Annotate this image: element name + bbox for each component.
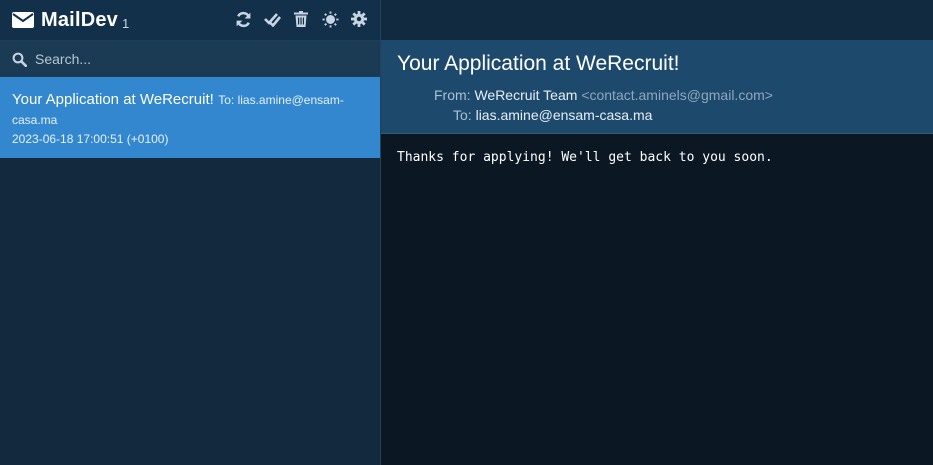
toolbar <box>234 10 368 28</box>
email-view: Your Application at WeRecruit! From: WeR… <box>381 0 933 465</box>
sidebar: MailDev 1 Search... Your Application at … <box>0 0 381 465</box>
email-subject: Your Application at WeRecruit! <box>12 91 214 108</box>
from-row: From: WeRecruit Team <contact.aminels@gm… <box>397 85 917 105</box>
email-view-subject: Your Application at WeRecruit! <box>397 52 680 75</box>
from-address: <contact.aminels@gmail.com> <box>581 87 773 103</box>
email-header: Your Application at WeRecruit! From: WeR… <box>381 40 933 134</box>
from-name: WeRecruit Team <box>474 87 578 103</box>
from-label: From: <box>434 87 471 103</box>
to-address: lias.amine@ensam-casa.ma <box>475 107 653 123</box>
email-date: 2023-06-18 17:00:51 (+0100) <box>12 132 169 146</box>
to-label: To: <box>453 107 472 123</box>
maildev-app: MailDev 1 Search... Your Application at … <box>0 0 933 465</box>
to-row: To: lias.amine@ensam-casa.ma <box>397 105 917 125</box>
envelope-icon <box>12 12 34 28</box>
app-title: MailDev <box>41 8 118 31</box>
email-count: 1 <box>122 15 130 31</box>
delete-all-icon[interactable] <box>292 10 310 28</box>
refresh-icon[interactable] <box>234 10 252 28</box>
email-list-item[interactable]: Your Application at WeRecruit! To: lias.… <box>0 77 380 158</box>
brand-bar: MailDev 1 <box>0 0 380 40</box>
search-bar <box>0 40 380 77</box>
settings-icon[interactable] <box>350 10 368 28</box>
mark-all-read-icon[interactable] <box>263 10 281 28</box>
email-body: Thanks for applying! We'll get back to y… <box>397 150 773 165</box>
search-input[interactable] <box>35 51 355 67</box>
search-icon <box>12 52 27 67</box>
main-top-bar <box>381 0 933 40</box>
theme-icon[interactable] <box>321 10 339 28</box>
